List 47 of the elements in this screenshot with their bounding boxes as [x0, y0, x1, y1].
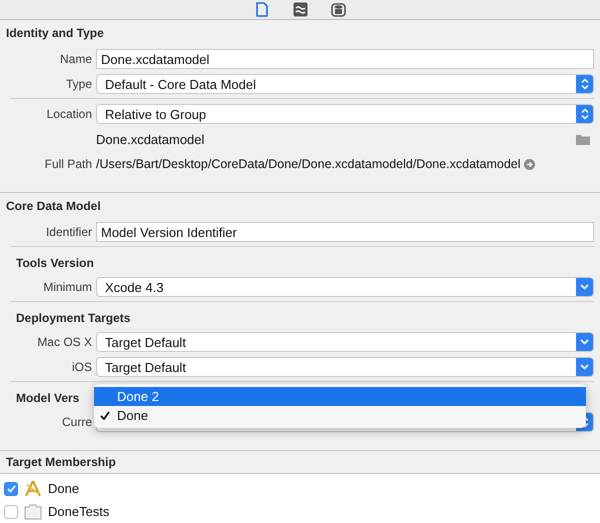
field-label: Location [46, 107, 92, 121]
popup-select[interactable]: Relative to Group [96, 104, 594, 124]
popup-select[interactable]: Default - Core Data Model [96, 74, 594, 94]
chevron-down-icon [580, 364, 589, 370]
field-label: Minimum [42, 280, 92, 294]
text-field[interactable]: Model Version Identifier [96, 222, 594, 242]
popup-select[interactable]: Target Default [96, 357, 594, 377]
text-field[interactable]: Done.xcdatamodel [96, 49, 594, 69]
section-title: Target Membership [0, 451, 600, 474]
field-label: Curre [60, 415, 92, 429]
section-title: Identity and Type [6, 25, 105, 42]
target-name: DoneTests [48, 504, 110, 519]
checkmark-icon [100, 411, 110, 420]
folder-icon[interactable] [576, 134, 590, 144]
inspector-tab[interactable] [292, 0, 308, 18]
field-label: Full Path [44, 157, 92, 171]
field-label: Identifier [44, 225, 92, 239]
full-path: /Users/Bart/Desktop/CoreData/Done/Done.xcdatamodeld/Done.xcdatamodel [96, 157, 521, 171]
checkbox[interactable] [4, 482, 18, 496]
bundle-icon [24, 504, 42, 520]
popup-select[interactable]: Xcode 4.3 [96, 277, 594, 297]
chevron-down-icon [580, 284, 589, 290]
document-icon [256, 2, 268, 17]
up-down-arrows-icon [580, 78, 588, 90]
checkmark-icon [6, 484, 16, 492]
menu-item[interactable]: Done 2 [94, 387, 586, 406]
group-title: Tools Version [16, 256, 94, 270]
field-label: iOS [70, 360, 92, 374]
app-icon [24, 480, 42, 497]
chevron-down-icon [580, 339, 589, 345]
field-label: Name [58, 52, 92, 66]
up-down-arrows-icon [580, 108, 588, 120]
inspector-tab[interactable] [330, 0, 346, 18]
checkbox[interactable] [4, 504, 18, 518]
inspector-tab[interactable] [254, 0, 270, 18]
field-label: Type [64, 77, 92, 91]
menu-item[interactable]: Done [94, 406, 586, 425]
cylinder-icon [330, 2, 346, 17]
file-name: Done.xcdatamodel [96, 132, 204, 146]
field-label: Mac OS X [36, 335, 92, 349]
popup-select[interactable]: Target Default [96, 332, 594, 352]
section-title: Core Data Model [6, 198, 102, 215]
wave-icon [292, 2, 308, 17]
arrow-circle-icon[interactable] [524, 158, 535, 170]
group-title: Model Vers [16, 391, 80, 405]
group-title: Deployment Targets [16, 311, 130, 325]
target-name: Done [48, 481, 80, 496]
